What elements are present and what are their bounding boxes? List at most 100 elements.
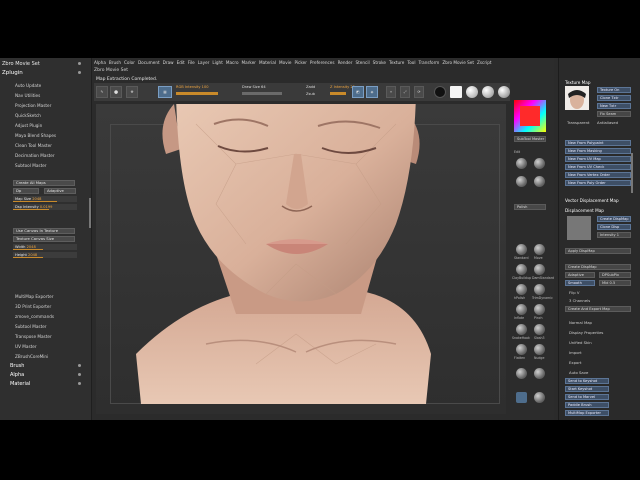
grid-toggle-button[interactable]: ▦	[158, 86, 172, 98]
plugin-subtool-master[interactable]: Subtool Master	[15, 163, 47, 168]
new-from-polypaint-button[interactable]: New From Polypaint	[565, 140, 631, 146]
panel-dot-icon[interactable]	[78, 373, 81, 376]
fix-seam-button[interactable]: Fix Seam	[597, 111, 631, 117]
display-properties-item[interactable]: Display Properties	[569, 330, 603, 335]
edit-button[interactable]: ✎	[96, 86, 108, 98]
brush-hpolish-icon[interactable]	[516, 284, 527, 295]
normal-map-item[interactable]: Normal Map	[569, 320, 592, 325]
new-from-uv-map-button[interactable]: New From UV Map	[565, 156, 631, 162]
draw-size-slider[interactable]	[242, 92, 282, 95]
zplugin-header[interactable]: Zplugin	[2, 70, 23, 76]
create-all-maps-button[interactable]: Create All Maps	[13, 180, 75, 186]
material-sphere-icon[interactable]	[466, 86, 478, 98]
new-from-poly-order-button[interactable]: New From Poly Order	[565, 180, 631, 186]
auto-save-item[interactable]: Auto Save	[569, 370, 588, 375]
texture-canvas-size-button[interactable]: Texture Canvas Size	[13, 236, 75, 242]
create-and-export-map-button[interactable]: Create And Export Map	[565, 306, 631, 312]
zbro-movie-set-header[interactable]: Zbro Movie Set	[2, 61, 40, 67]
zsub-label[interactable]: Zsub	[306, 92, 315, 96]
viewport-canvas[interactable]	[96, 104, 506, 414]
texture-on-button[interactable]: Texture On	[597, 87, 631, 93]
plugin-adjust-plugin[interactable]: Adjust Plugin	[15, 123, 42, 128]
new-from-vertex-order-button[interactable]: New From Vertex Order	[565, 172, 631, 178]
intensity-slider[interactable]: Intensity 1	[597, 232, 631, 238]
menu-texture[interactable]: Texture	[389, 60, 404, 68]
displacement-map-header[interactable]: Displacement Map	[565, 208, 604, 213]
clone-disp-button[interactable]: Clone Disp	[597, 224, 631, 230]
brush-extra-2-icon[interactable]	[534, 368, 545, 379]
brush-nudge-icon[interactable]	[534, 344, 545, 355]
menu-picker[interactable]: Picker	[294, 60, 306, 68]
menu-layer[interactable]: Layer	[198, 60, 210, 68]
plugin-transpose-master[interactable]: Transpose Master	[15, 334, 52, 339]
color-picker-icon[interactable]	[514, 100, 546, 132]
create-dispmap-small-button[interactable]: Create DispMap	[597, 216, 631, 222]
send-to-marvel-button[interactable]: Send to Marvel	[565, 394, 609, 400]
adaptive-button[interactable]: Adaptive	[44, 188, 76, 194]
plugin-decimation-master[interactable]: Decimation Master	[15, 153, 55, 158]
flip-v-toggle[interactable]: Flip V	[569, 290, 580, 295]
mid-slider[interactable]: Mid 0.5	[599, 280, 631, 286]
brush-move-icon[interactable]	[534, 158, 545, 169]
menu-tool[interactable]: Tool	[407, 60, 415, 68]
multimap-exporter-button[interactable]: MultiMap Exporter	[565, 410, 609, 416]
zadd-label[interactable]: Zadd	[306, 85, 315, 89]
create-dispmap-button[interactable]: Create DispMap	[565, 264, 631, 270]
subtool-master-button[interactable]: SubTool Master	[514, 136, 546, 142]
menu-edit[interactable]: Edit	[177, 60, 185, 68]
z-intensity-slider[interactable]	[330, 92, 346, 95]
brush-damstandard-icon[interactable]	[534, 264, 545, 275]
rgb-intensity-slider[interactable]	[176, 92, 218, 95]
scale-button[interactable]: ⤢	[400, 86, 410, 98]
three-channels-toggle[interactable]: 3 Channels	[569, 298, 590, 303]
plugin-clean-tool-master[interactable]: Clean Tool Master	[15, 143, 52, 148]
plugin-multimap-exporter[interactable]: MultiMap Exporter	[15, 294, 53, 299]
menu-alpha[interactable]: Alpha	[94, 60, 106, 68]
menu-preferences[interactable]: Preferences	[310, 60, 335, 68]
menu-transform[interactable]: Transform	[418, 60, 439, 68]
white-swatch-icon[interactable]	[450, 86, 462, 98]
lightbox-button[interactable]: ◩	[352, 86, 364, 98]
brush-extra-3-icon[interactable]	[534, 392, 545, 403]
alpha-palette-header[interactable]: Alpha	[10, 372, 24, 378]
menu-draw[interactable]: Draw	[163, 60, 174, 68]
panel-dot-icon[interactable]	[78, 62, 81, 65]
start-keyshot-button[interactable]: Start Keyshot	[565, 386, 609, 392]
menu-material[interactable]: Material	[259, 60, 276, 68]
menu-stroke[interactable]: Stroke	[373, 60, 386, 68]
material-palette-header[interactable]: Material	[10, 381, 30, 387]
plugin-quicksketch[interactable]: QuickSketch	[15, 113, 41, 118]
paddle-brush-button[interactable]: Paddle Brush	[565, 402, 609, 408]
right-panel-scrollbar[interactable]	[631, 153, 633, 193]
apply-dispmap-button[interactable]: Apply DispMap	[565, 248, 631, 254]
dsp-intensity-slider[interactable]: Dsp Intensity 0.0199	[13, 204, 77, 210]
brush-pinch-icon[interactable]	[534, 304, 545, 315]
plugin-subtool-master-2[interactable]: Subtool Master	[15, 324, 47, 329]
antialiased-toggle[interactable]: Antialiased	[597, 120, 618, 125]
brush-trimdynamic-icon[interactable]	[534, 284, 545, 295]
plugin-maya-blend-shapes[interactable]: Maya Blend Shapes	[15, 133, 56, 138]
texture-map-preview[interactable]	[565, 86, 589, 110]
menu-light[interactable]: Light	[212, 60, 222, 68]
menu-macro[interactable]: Macro	[226, 60, 239, 68]
brush-claybuildup-icon[interactable]	[516, 176, 527, 187]
menu-color[interactable]: Color	[124, 60, 135, 68]
brush-claybuildup-icon[interactable]	[516, 264, 527, 275]
panel-dot-icon[interactable]	[78, 364, 81, 367]
menu-brush[interactable]: Brush	[109, 60, 121, 68]
panel-dot-icon[interactable]	[78, 382, 81, 385]
material-sphere-2-icon[interactable]	[482, 86, 494, 98]
plugin-zmove-commands[interactable]: zmove_commands	[15, 314, 54, 319]
material-sphere-3-icon[interactable]	[498, 86, 510, 98]
left-panel-scrollbar[interactable]	[89, 198, 91, 228]
dpsubpix-slider[interactable]: DPSubPix	[599, 272, 631, 278]
texture-map-header[interactable]: Texture Map	[565, 80, 591, 85]
brush-selected-icon[interactable]	[516, 392, 527, 403]
rotate-button[interactable]: ⟳	[414, 86, 424, 98]
menu-zbro-movie-set[interactable]: Zbro Movie Set	[442, 60, 474, 68]
sculpted-head-model[interactable]	[96, 104, 506, 414]
height-slider[interactable]: Height 2048	[13, 252, 77, 258]
frame-button[interactable]: ⌖	[386, 86, 396, 98]
plugin-zbrushcore-mini[interactable]: ZBrushCoreMini	[15, 354, 48, 359]
brush-flatten-icon[interactable]	[516, 344, 527, 355]
